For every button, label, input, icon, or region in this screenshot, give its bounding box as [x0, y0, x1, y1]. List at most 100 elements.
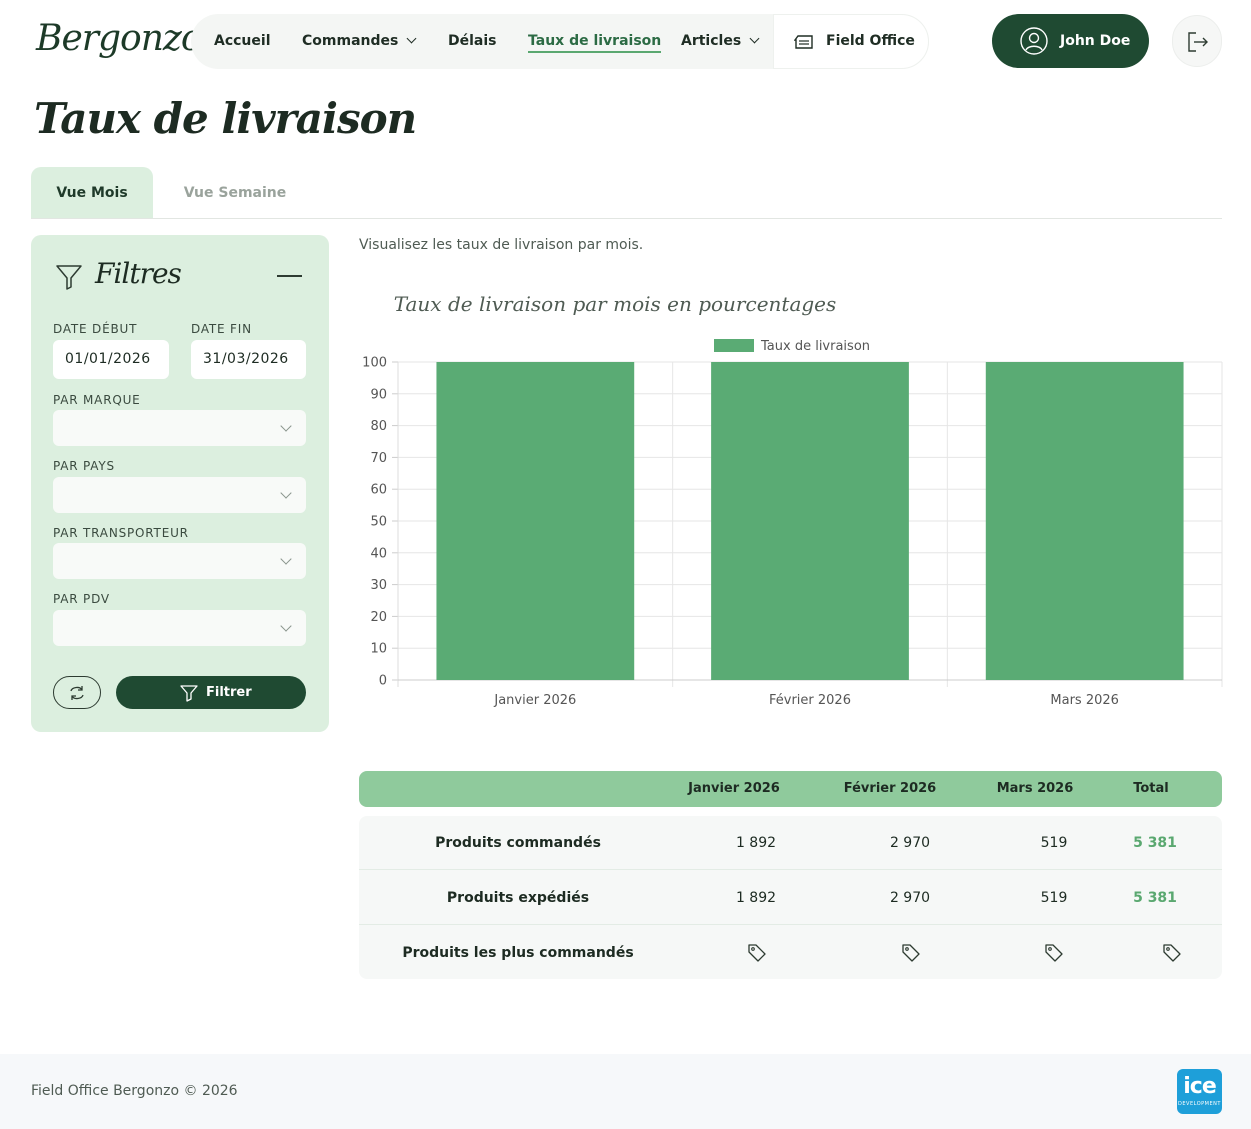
chevron-down-icon — [406, 33, 417, 44]
footer-copyright: Field Office Bergonzo © 2026 — [31, 1083, 238, 1099]
nav-item-label: Articles — [681, 33, 742, 49]
logo-text: ice — [1183, 1074, 1217, 1099]
logo-subtext: DEVELOPMENT — [1178, 1101, 1221, 1107]
bar-1[interactable] — [436, 362, 635, 680]
y-tick-label: 0 — [379, 674, 387, 689]
table-row: Produits expédiés 1 892 2 970 519 5 381 — [359, 871, 1222, 925]
tag-icon[interactable] — [1044, 943, 1064, 963]
page-title: Taux de livraison — [34, 94, 417, 143]
filter-icon — [180, 685, 198, 702]
y-tick-label: 20 — [370, 610, 387, 625]
date-start-input[interactable]: 01/01/2026 — [53, 340, 169, 379]
tag-icon[interactable] — [1162, 943, 1182, 963]
y-tick-label: 30 — [370, 578, 387, 593]
store-icon — [794, 35, 813, 49]
tag-icon[interactable] — [747, 943, 767, 963]
x-tick-label: Janvier 2026 — [493, 693, 576, 708]
column-header: Janvier 2026 — [688, 781, 780, 796]
carrier-select[interactable] — [53, 543, 306, 579]
chevron-down-icon — [280, 420, 292, 432]
table-cell: 2 970 — [889, 890, 931, 906]
country-select[interactable] — [53, 477, 306, 513]
user-menu-button[interactable]: John Doe — [992, 14, 1149, 68]
y-tick-label: 100 — [362, 356, 387, 371]
nav-item-taux-de-livraison[interactable]: Taux de livraison — [528, 14, 662, 69]
user-avatar-icon — [1020, 27, 1048, 55]
brand-select[interactable] — [53, 410, 306, 446]
brand-logo[interactable]: Bergonzo — [36, 18, 203, 59]
chart-title: Taux de livraison par mois en pourcentag… — [394, 292, 837, 316]
filters-panel: Filtres DATE DÉBUT 01/01/2026 DATE FIN 3… — [31, 235, 329, 732]
nav-item-label: Commandes — [302, 33, 399, 49]
nav-item-field-office[interactable]: Field Office — [773, 14, 929, 69]
y-tick-label: 80 — [370, 419, 387, 434]
x-tick-label: Février 2026 — [769, 693, 851, 708]
date-end-label: DATE FIN — [191, 322, 252, 336]
logout-button[interactable] — [1172, 15, 1222, 67]
bar-2[interactable] — [711, 362, 909, 680]
table-body: Produits commandés 1 892 2 970 519 5 381… — [359, 816, 1222, 979]
y-tick-label: 90 — [370, 387, 387, 402]
date-end-input[interactable]: 31/03/2026 — [191, 340, 306, 379]
table-cell: 2 970 — [889, 835, 931, 851]
apply-filter-label: Filtrer — [206, 685, 252, 700]
y-tick-label: 70 — [370, 451, 387, 466]
brand-filter-label: PAR MARQUE — [53, 393, 141, 407]
nav-item-articles[interactable]: Articles — [681, 14, 760, 69]
tag-icon[interactable] — [901, 943, 921, 963]
chevron-down-icon — [280, 620, 292, 632]
column-header: Total — [1133, 781, 1169, 796]
nav-item-label: Field Office — [826, 33, 915, 49]
table-cell-total: 5 381 — [1133, 835, 1177, 851]
column-header: Mars 2026 — [996, 781, 1074, 796]
pos-select[interactable] — [53, 610, 306, 646]
delivery-rate-bar-chart: Taux de livraison par mois en pourcentag… — [362, 292, 1223, 708]
logout-icon — [1188, 32, 1208, 52]
chevron-down-icon — [280, 553, 292, 565]
row-label: Produits expédiés — [446, 890, 590, 906]
nav-item-commandes[interactable]: Commandes — [302, 14, 417, 69]
collapse-icon[interactable] — [277, 275, 302, 277]
filters-title: Filtres — [95, 257, 182, 290]
tab-vue-semaine[interactable]: Vue Semaine — [153, 167, 317, 219]
tabs-divider — [31, 218, 1222, 219]
carrier-filter-label: PAR TRANSPORTEUR — [53, 526, 189, 540]
country-filter-label: PAR PAYS — [53, 459, 115, 473]
refresh-icon — [70, 686, 84, 700]
row-label: Produits les plus commandés — [402, 945, 634, 961]
nav-item-label: Accueil — [214, 33, 271, 49]
y-tick-label: 10 — [370, 642, 387, 657]
table-header: Janvier 2026 Février 2026 Mars 2026 Tota… — [359, 771, 1222, 807]
nav-item-delais[interactable]: Délais — [448, 14, 497, 69]
ice-development-logo[interactable]: ice DEVELOPMENT — [1177, 1069, 1222, 1114]
y-tick-label: 60 — [370, 483, 387, 498]
legend-swatch[interactable] — [714, 339, 754, 352]
bar-3[interactable] — [985, 362, 1184, 680]
filter-icon — [56, 265, 82, 290]
pos-filter-label: PAR PDV — [53, 592, 110, 606]
table-row: Produits les plus commandés — [359, 926, 1222, 980]
main-nav: Accueil Commandes Délais Taux de livrais… — [191, 14, 929, 69]
chevron-down-icon — [280, 487, 292, 499]
apply-filter-button[interactable]: Filtrer — [116, 676, 306, 709]
page-subtitle: Visualisez les taux de livraison par moi… — [359, 237, 644, 253]
user-name: John Doe — [1060, 33, 1131, 49]
date-start-label: DATE DÉBUT — [53, 322, 138, 336]
y-tick-label: 40 — [370, 546, 387, 561]
nav-item-accueil[interactable]: Accueil — [214, 14, 271, 69]
footer: Field Office Bergonzo © 2026 ice DEVELOP… — [0, 1054, 1251, 1129]
table-cell: 1 892 — [735, 890, 777, 906]
x-tick-label: Mars 2026 — [1050, 693, 1119, 708]
reset-filters-button[interactable] — [53, 676, 101, 709]
nav-item-label: Taux de livraison — [528, 33, 662, 53]
legend-label: Taux de livraison — [760, 339, 870, 354]
nav-item-label: Délais — [448, 33, 497, 49]
chevron-down-icon — [749, 33, 760, 44]
table-cell: 1 892 — [735, 835, 777, 851]
y-tick-label: 50 — [370, 515, 387, 530]
column-header: Février 2026 — [843, 781, 937, 796]
row-label: Produits commandés — [435, 835, 601, 851]
table-cell-total: 5 381 — [1133, 890, 1177, 906]
tab-vue-mois[interactable]: Vue Mois — [31, 167, 153, 219]
table-row: Produits commandés 1 892 2 970 519 5 381 — [359, 816, 1222, 870]
